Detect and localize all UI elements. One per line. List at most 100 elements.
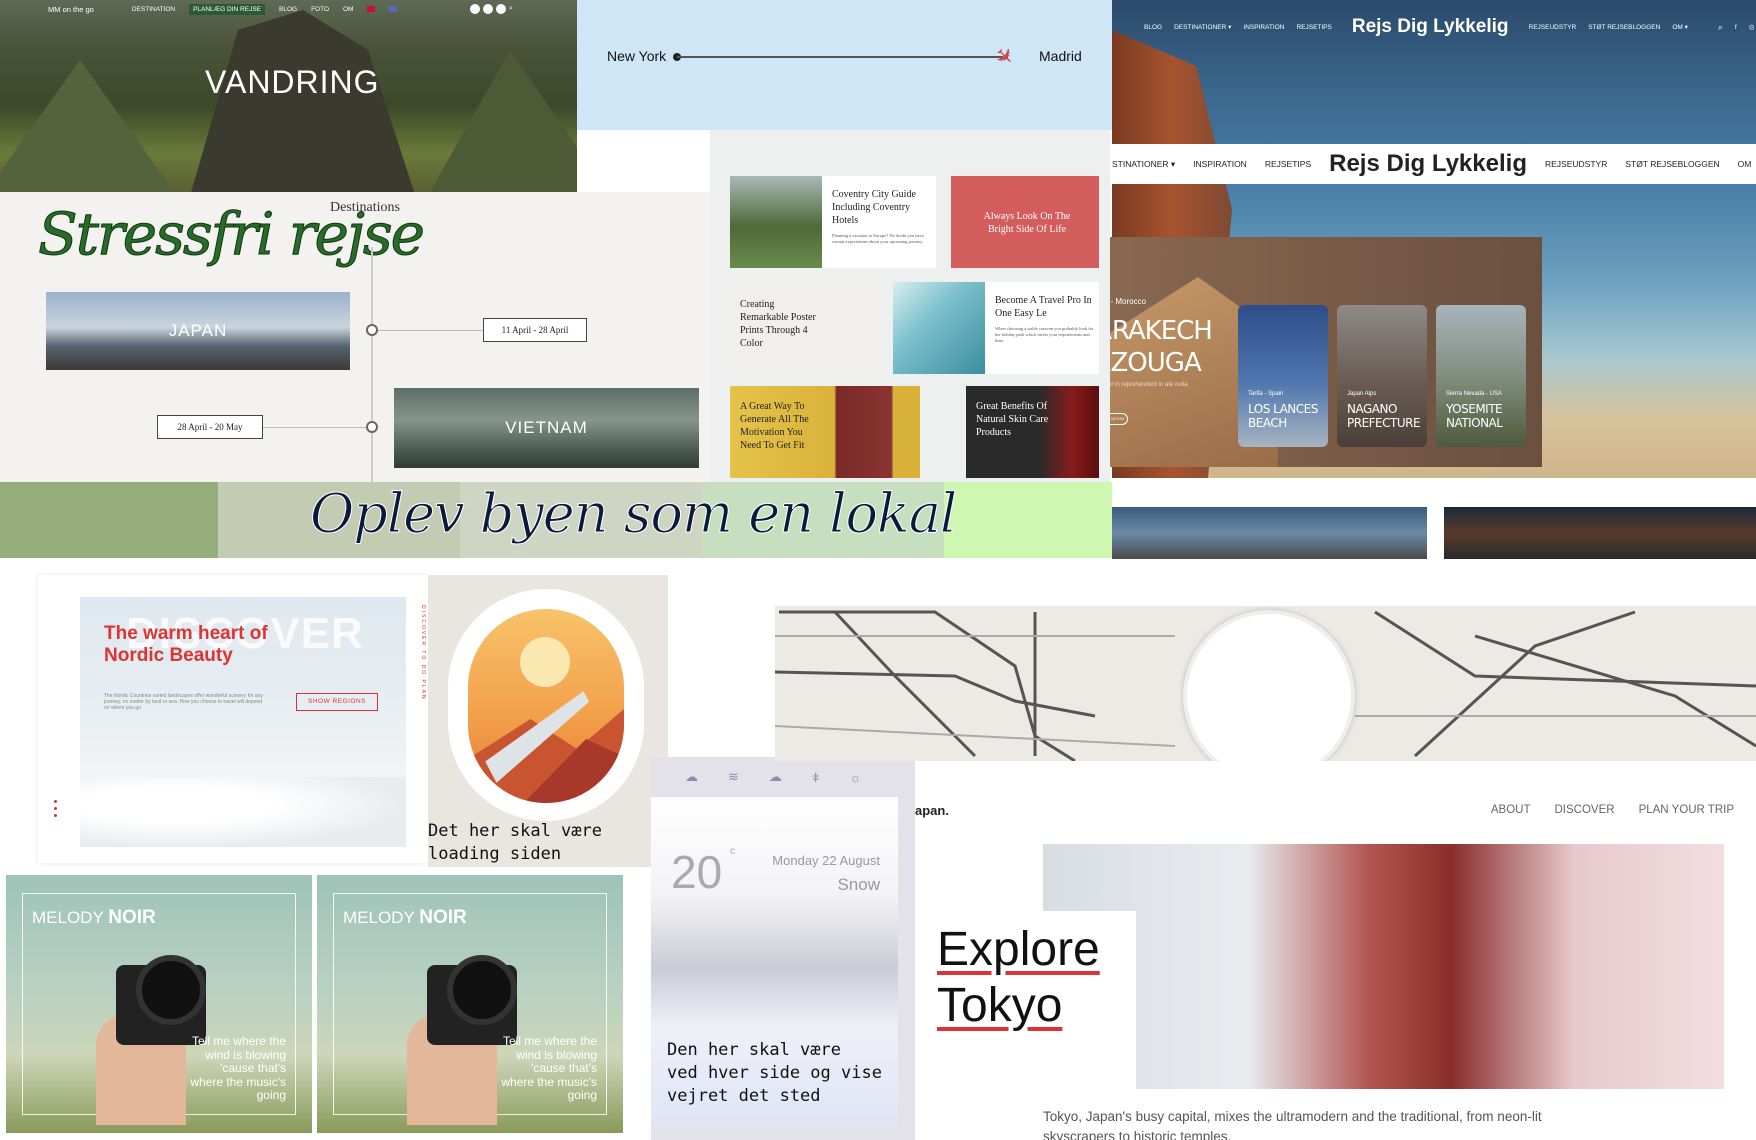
oplev-script-text: Oplev byen som en lokal (309, 482, 957, 546)
destination-card-japan[interactable]: JAPAN (46, 292, 350, 370)
photo-strip (1112, 507, 1427, 559)
sun-shape (520, 637, 570, 687)
color-swatch (0, 482, 218, 558)
airplane-icon: ✈ (989, 41, 1020, 73)
title-line: Tokyo (937, 979, 1063, 1032)
hiking-title: VANDRING (205, 64, 380, 100)
card-text: Become A Travel Pro In One Easy Le When … (995, 294, 1099, 344)
temperature-unit: c (730, 846, 735, 857)
explore-title: Explore Tokyo (937, 922, 1100, 1034)
card-subtitle: Sierra Nevada - USA (1446, 391, 1503, 397)
facebook-icon[interactable]: f (1735, 24, 1737, 31)
discover-heading: The warm heart of Nordic Beauty (104, 623, 268, 667)
nav-discover[interactable]: DISCOVER (1554, 804, 1614, 816)
timeline-connector (263, 427, 367, 428)
route-line (677, 56, 1003, 58)
loading-caption: Det her skal være loading siden (428, 820, 602, 866)
melody-noir-card: MELODY NOIR Tell me where the wind is bl… (317, 875, 623, 1133)
nav-rejseudstyr[interactable]: REJSEUDSTYR (1529, 24, 1577, 31)
nav-about[interactable]: ABOUT (1491, 804, 1531, 816)
nav-inspiration[interactable]: INSPIRATION (1243, 24, 1284, 31)
blog-card[interactable]: Great Benefits Of Natural Skin Care Prod… (966, 386, 1099, 478)
nav-plan-trip[interactable]: PLANLÆG DIN REJSE (189, 3, 265, 15)
nav-rejsetips[interactable]: REJSETIPS (1265, 159, 1311, 169)
nav-foto[interactable]: FOTO (311, 6, 329, 13)
instagram-icon[interactable] (483, 4, 493, 14)
slide-dots[interactable] (54, 800, 57, 817)
nav-plan-trip[interactable]: PLAN YOUR TRIP (1639, 804, 1734, 816)
tokyo-intro: Tokyo, Japan's busy capital, mixes the u… (1043, 1109, 1542, 1140)
heading-line: The warm heart of (104, 623, 268, 644)
nav-blog[interactable]: BLOG (1144, 24, 1162, 31)
date-box: 11 April - 28 April (483, 318, 587, 342)
blog-card[interactable]: A Great Way To Generate All The Motivati… (730, 386, 920, 478)
nav-om[interactable]: OM (1738, 159, 1752, 169)
destination-card[interactable]: Sierra Nevada - USA YOSEMITE NATIONAL (1436, 305, 1526, 447)
camera-lens-shape (136, 955, 206, 1025)
show-regions-button[interactable]: SHOW REGIONS (296, 693, 378, 711)
destination-name: JAPAN (168, 321, 228, 340)
blog-card[interactable]: Coventry City Guide Including Coventry H… (730, 176, 936, 268)
destination-card-vietnam[interactable]: VIETNAM (394, 388, 699, 468)
caption-line: loading siden (428, 844, 562, 864)
card-title: NAGANO PREFECTURE (1347, 402, 1421, 430)
caption-line: ved hver side og vise (667, 1063, 882, 1083)
heading-line: Nordic Beauty (104, 645, 233, 666)
side-nav[interactable]: DISCOVER TO DO PLAN (420, 605, 426, 701)
nav-om[interactable]: OM ▾ (1672, 23, 1688, 31)
blog-card[interactable]: Always Look On The Bright Side Of Life (951, 176, 1099, 268)
blog-card[interactable]: Become A Travel Pro In One Easy Le When … (893, 282, 1099, 374)
camera-lens-shape (447, 955, 517, 1025)
card-image (730, 176, 822, 268)
metro-map-panel (775, 606, 1756, 761)
hiking-brand[interactable]: MM on the go (48, 5, 94, 14)
destination-card[interactable]: Tarifa - Spain LOS LANCES BEACH (1238, 305, 1328, 447)
card-title: Creating Remarkable Poster Prints Throug… (740, 299, 816, 349)
sun-icon[interactable]: ☼ (850, 770, 862, 785)
card-title: YOSEMITE NATIONAL (1446, 402, 1503, 430)
thermometer-icon[interactable]: ǂ (812, 770, 820, 785)
mountain-peak (186, 10, 420, 192)
facebook-icon[interactable] (470, 4, 480, 14)
wind-icon[interactable]: ≋ (728, 769, 739, 785)
nav-destinationer[interactable]: STINATIONER ▾ (1112, 159, 1175, 170)
title-light: MELODY (32, 908, 104, 927)
destination-card[interactable]: Japan Alps NAGANO PREFECTURE (1337, 305, 1427, 447)
nav-blog[interactable]: BLOG (279, 6, 297, 13)
date-box: 28 April - 20 May (157, 415, 263, 439)
nav-om[interactable]: OM (343, 6, 353, 13)
cloud-rain-icon[interactable]: ☁ (685, 769, 698, 785)
nav-rejsetips[interactable]: REJSETIPS (1296, 24, 1331, 31)
site-logo[interactable]: Rejs Dig Lykkelig (1329, 150, 1527, 178)
search-icon[interactable]: ⌕ (509, 4, 519, 14)
instagram-icon[interactable]: ◎ (1749, 23, 1755, 31)
card-title: Coventry City Guide Including Coventry H… (832, 189, 916, 226)
site-logo[interactable]: Rejs Dig Lykkelig (1352, 16, 1509, 38)
site-logo[interactable]: apan. (915, 803, 949, 818)
card-text: Coventry City Guide Including Coventry H… (832, 188, 930, 245)
nav-stot[interactable]: STØT REJSEBLOGGEN (1625, 159, 1719, 169)
timeline-connector (378, 330, 484, 331)
weather-icon-bar: ☁ ≋ ☁ ǂ ☼ (651, 757, 915, 797)
title-light: MELODY (343, 908, 415, 927)
title-line: Explore (937, 923, 1100, 976)
nav-rejseudstyr[interactable]: REJSEUDSTYR (1545, 159, 1607, 169)
youtube-icon[interactable] (496, 4, 506, 14)
nav-inspiration[interactable]: INSPIRATION (1193, 159, 1247, 169)
nav-destinationer[interactable]: DESTINATIONER ▾ (1174, 23, 1231, 31)
timeline-node (366, 421, 378, 433)
pagoda-image (1043, 844, 1724, 1089)
nav-destination[interactable]: DESTINATION (132, 6, 175, 13)
cloud-icon[interactable]: ☁ (769, 769, 782, 785)
danish-flag-icon[interactable] (367, 6, 376, 12)
card-title: LOS LANCES BEACH (1248, 402, 1318, 430)
card-image (893, 282, 985, 374)
melody-quote: Tell me where the wind is blowing 'cause… (501, 1034, 597, 1102)
blog-card[interactable]: Creating Remarkable Poster Prints Throug… (730, 282, 880, 374)
uk-flag-icon[interactable] (389, 6, 398, 12)
card-title: Always Look On The Bright Side Of Life (983, 211, 1071, 235)
nav-stot[interactable]: STØT REJSEBLOGGEN (1588, 24, 1660, 31)
destination-name: VIETNAM (505, 418, 588, 437)
search-icon[interactable]: ⌕ (1718, 22, 1723, 33)
rejs-nav-top: BLOG DESTINATIONER ▾ INSPIRATION REJSETI… (1112, 14, 1756, 40)
